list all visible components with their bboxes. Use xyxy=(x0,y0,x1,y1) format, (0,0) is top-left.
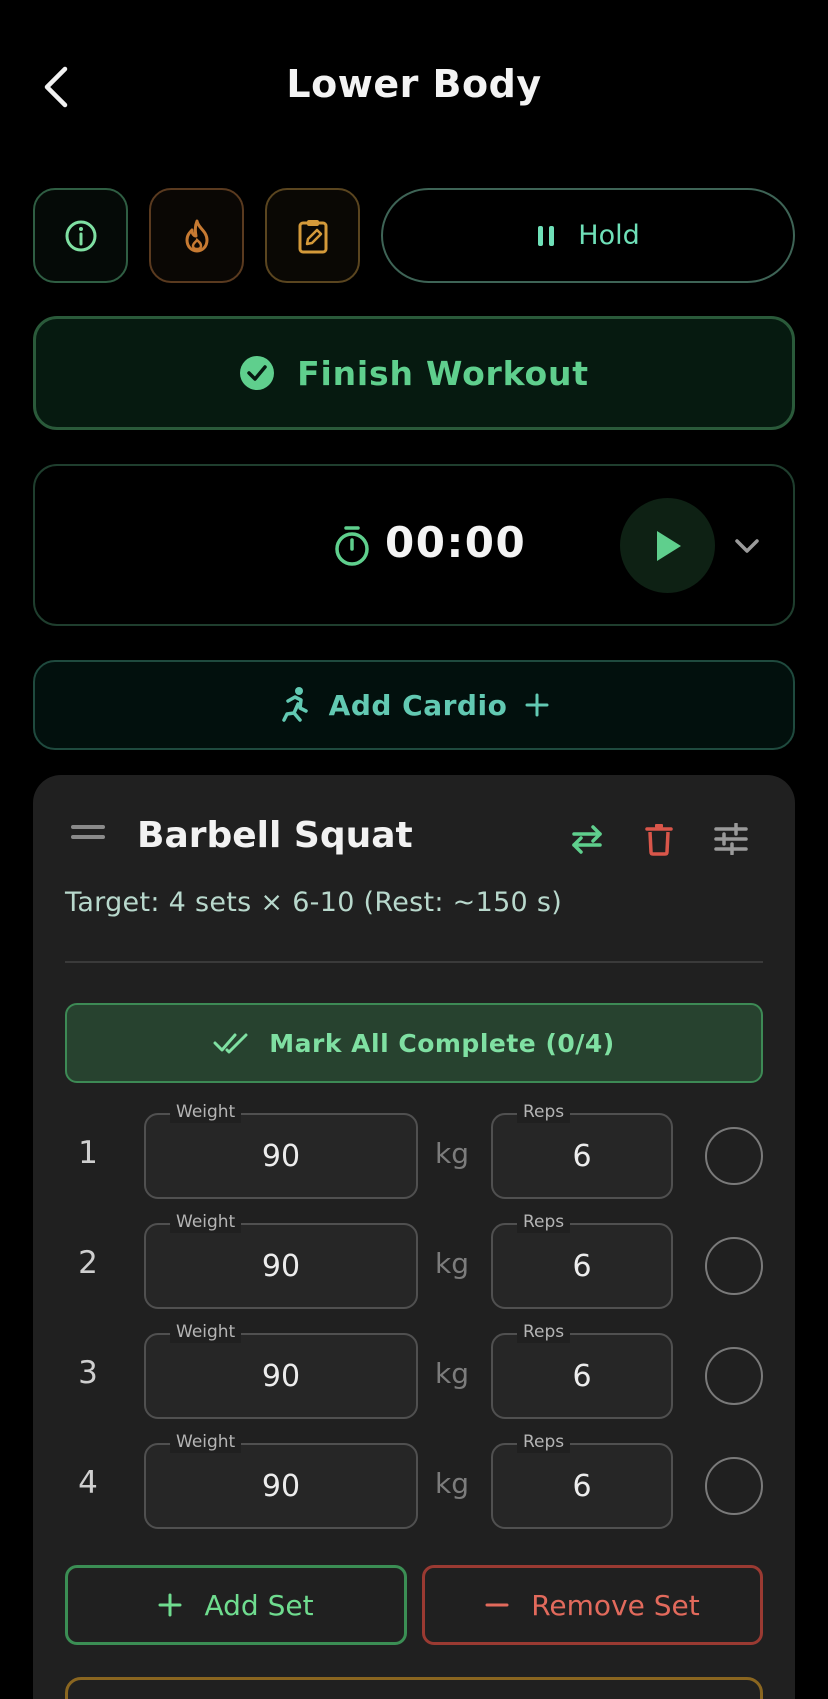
finish-workout-label: Finish Workout xyxy=(297,353,589,393)
weight-label: Weight xyxy=(170,1431,242,1453)
notes-button[interactable] xyxy=(265,188,360,283)
reps-label: Reps xyxy=(517,1101,571,1123)
info-icon xyxy=(65,220,96,251)
weight-input[interactable]: Weight 90 xyxy=(144,1431,418,1529)
warmup-button[interactable] xyxy=(149,188,244,283)
weight-value: 90 xyxy=(261,1358,301,1394)
reps-input[interactable]: Reps 6 xyxy=(491,1431,673,1529)
page-title: Lower Body xyxy=(286,62,542,106)
weight-label: Weight xyxy=(170,1321,242,1343)
finish-workout-button[interactable]: Finish Workout xyxy=(33,316,795,430)
info-button[interactable] xyxy=(33,188,128,283)
reps-value: 6 xyxy=(572,1358,592,1394)
plus-icon xyxy=(525,693,549,717)
unit-label: kg xyxy=(435,1357,469,1390)
weight-label: Weight xyxy=(170,1211,242,1233)
weight-input[interactable]: Weight 90 xyxy=(144,1101,418,1199)
add-cardio-button[interactable]: Add Cardio xyxy=(33,660,795,750)
check-circle-icon xyxy=(240,356,275,390)
weight-input[interactable]: Weight 90 xyxy=(144,1211,418,1309)
swap-icon xyxy=(572,825,602,854)
set-row: 3 Weight 90 kg Reps 6 xyxy=(33,1321,795,1419)
rest-timer-card: 00:00 xyxy=(33,464,795,626)
weight-value: 90 xyxy=(261,1468,301,1504)
unit-label: kg xyxy=(435,1467,469,1500)
mark-all-complete-button[interactable]: Mark All Complete (0/4) xyxy=(65,1003,763,1083)
reps-value: 6 xyxy=(572,1248,592,1284)
divider xyxy=(65,961,763,963)
minus-icon xyxy=(485,1603,509,1607)
remove-set-button[interactable]: Remove Set xyxy=(422,1565,763,1645)
running-icon xyxy=(281,687,308,722)
weight-value: 90 xyxy=(261,1248,301,1284)
add-cardio-label: Add Cardio xyxy=(328,688,508,722)
set-row: 1 Weight 90 kg Reps 6 xyxy=(33,1101,795,1199)
unit-label: kg xyxy=(435,1137,469,1170)
chevron-down-icon xyxy=(735,539,759,553)
set-number: 2 xyxy=(78,1245,98,1281)
hold-label: Hold xyxy=(578,220,640,251)
clipboard-edit-icon xyxy=(298,219,327,253)
weight-input[interactable]: Weight 90 xyxy=(144,1321,418,1419)
play-icon xyxy=(656,530,681,561)
reps-label: Reps xyxy=(517,1431,571,1453)
pause-icon xyxy=(538,225,555,246)
exercise-card: Barbell Squat Target: 4 sets × 6-10 (Res… xyxy=(33,775,795,1699)
remove-set-label: Remove Set xyxy=(531,1588,700,1622)
reps-input[interactable]: Reps 6 xyxy=(491,1321,673,1419)
weight-label: Weight xyxy=(170,1101,242,1123)
set-number: 1 xyxy=(78,1135,98,1171)
plus-icon xyxy=(158,1593,182,1617)
set-row: 4 Weight 90 kg Reps 6 xyxy=(33,1431,795,1529)
stopwatch-icon xyxy=(335,526,369,566)
timer-expand-button[interactable] xyxy=(729,528,765,564)
reps-input[interactable]: Reps 6 xyxy=(491,1101,673,1199)
swap-exercise-button[interactable] xyxy=(565,817,609,861)
reps-value: 6 xyxy=(572,1138,592,1174)
mark-all-label: Mark All Complete (0/4) xyxy=(269,1028,615,1058)
exercise-name: Barbell Squat xyxy=(137,815,413,856)
trash-icon xyxy=(645,824,673,856)
add-set-label: Add Set xyxy=(204,1588,314,1622)
timer-value: 00:00 xyxy=(385,518,527,567)
reps-value: 6 xyxy=(572,1468,592,1504)
set-complete-checkbox[interactable] xyxy=(705,1237,763,1295)
double-check-icon xyxy=(213,1033,248,1054)
tune-icon xyxy=(714,823,748,855)
set-number: 3 xyxy=(78,1355,98,1391)
set-number: 4 xyxy=(78,1465,98,1501)
drag-handle-icon[interactable] xyxy=(71,825,105,843)
exercise-target: Target: 4 sets × 6-10 (Rest: ~150 s) xyxy=(65,887,563,918)
set-complete-checkbox[interactable] xyxy=(705,1347,763,1405)
add-set-button[interactable]: Add Set xyxy=(65,1565,407,1645)
fire-icon xyxy=(185,219,208,252)
timer-play-button[interactable] xyxy=(620,498,715,593)
weight-value: 90 xyxy=(261,1138,301,1174)
exercise-settings-button[interactable] xyxy=(709,817,753,861)
unit-label: kg xyxy=(435,1247,469,1280)
next-section-card[interactable] xyxy=(65,1677,763,1699)
reps-input[interactable]: Reps 6 xyxy=(491,1211,673,1309)
reps-label: Reps xyxy=(517,1211,571,1233)
reps-label: Reps xyxy=(517,1321,571,1343)
hold-button[interactable]: Hold xyxy=(381,188,795,283)
set-complete-checkbox[interactable] xyxy=(705,1127,763,1185)
set-complete-checkbox[interactable] xyxy=(705,1457,763,1515)
delete-exercise-button[interactable] xyxy=(637,817,681,861)
app-header: Lower Body xyxy=(0,0,828,175)
set-row: 2 Weight 90 kg Reps 6 xyxy=(33,1211,795,1309)
